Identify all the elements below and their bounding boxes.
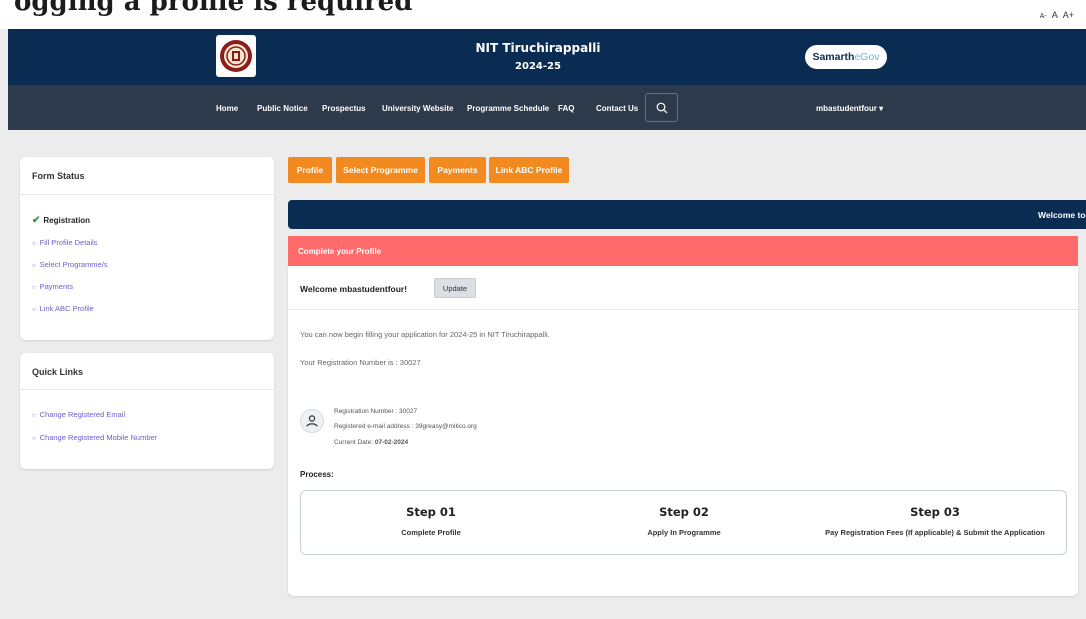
link-label: Change Registered Email [39,410,126,419]
nav-public-notice[interactable]: Public Notice [257,104,308,113]
tab-payments[interactable]: Payments [429,157,486,183]
tab-profile[interactable]: Profile [288,157,332,183]
step-desc: Complete Profile [401,528,461,537]
tab-link-abc-profile[interactable]: Link ABC Profile [489,157,569,183]
nav-programme-schedule[interactable]: Programme Schedule [467,104,549,113]
step-title: Step 03 [910,505,960,519]
current-date-label: Current Date: [334,439,375,446]
site-header: NIT Tiruchirappalli 2024-25 Samarth eGov [8,29,1086,85]
font-size-controls: A- A A+ [1040,10,1074,20]
current-date-value: 07-02-2024 [374,439,409,446]
circle-icon: ○ [32,307,36,313]
check-icon: ✔ [32,215,41,226]
update-button[interactable]: Update [434,278,476,298]
process-steps: Step 01 Complete Profile Step 02 Apply I… [300,490,1067,555]
circle-icon: ○ [32,285,36,291]
circle-icon: ○ [32,263,36,269]
link-label: Change Registered Mobile Number [39,433,158,442]
step-1: Step 01 Complete Profile [361,505,501,537]
registration-number-text: Your Registration Number is : 30027 [300,358,421,367]
status-label: Link ABC Profile [39,304,94,313]
institute-logo[interactable] [216,35,256,77]
profile-card: Welcome mbastudentfour! Update You can n… [288,266,1078,596]
status-payments[interactable]: ○ Payments [32,282,73,291]
nav-faq[interactable]: FAQ [558,104,574,113]
complete-profile-alert: Complete your Profile [288,236,1078,266]
process-label: Process: [300,470,334,479]
status-registration-label: Registration [43,216,91,225]
circle-icon: ○ [32,436,36,442]
search-button[interactable] [645,93,678,122]
samarth-egov-logo[interactable]: Samarth eGov [805,45,887,69]
main-nav: Home Public Notice Prospectus University… [8,85,1086,130]
nav-prospectus[interactable]: Prospectus [322,104,366,113]
divider [20,389,274,390]
quick-links-title: Quick Links [32,367,84,377]
circle-icon: ○ [32,241,36,247]
partial-heading: ogging a profile is required [14,0,413,17]
avatar [300,409,324,433]
institute-title: NIT Tiruchirappalli 2024-25 [438,41,638,72]
nav-university-website[interactable]: University Website [382,104,453,113]
status-label: Fill Profile Details [39,238,98,247]
link-change-email[interactable]: ○ Change Registered Email [32,410,125,419]
status-label: Payments [39,282,73,291]
reg-number-line: Registration Number : 30027 [334,408,418,415]
step-2: Step 02 Apply In Programme [614,505,754,537]
status-label: Select Programme/s [39,260,108,269]
user-name: mbastudentfour [816,104,877,113]
font-increase-button[interactable]: A+ [1063,10,1074,20]
status-link-abc[interactable]: ○ Link ABC Profile [32,304,94,313]
brand-suffix: eGov [854,51,880,63]
step-title: Step 01 [406,505,456,519]
font-decrease-button[interactable]: A- [1040,13,1047,20]
welcome-marquee: Welcome to [288,200,1086,229]
step-desc: Pay Registration Fees (If applicable) & … [825,528,1045,537]
brand-main: Samarth [812,51,855,63]
search-icon [656,102,667,113]
form-status-card: Form Status ✔ Registration ○ Fill Profile… [20,157,274,340]
top-strip: ogging a profile is required A- A A+ [0,0,1086,29]
step-3: Step 03 Pay Registration Fees (If applic… [813,505,1057,537]
welcome-user-text: Welcome mbastudentfour! [300,284,408,294]
form-status-title: Form Status [32,171,85,181]
user-icon [306,415,318,427]
status-fill-profile[interactable]: ○ Fill Profile Details [32,238,98,247]
caret-down-icon: ▾ [879,104,884,113]
status-registration: ✔ Registration [32,215,90,226]
application-info-text: You can now begin filling your applicati… [300,330,550,339]
institute-seal-icon [220,40,252,72]
status-select-programme[interactable]: ○ Select Programme/s [32,260,108,269]
tab-select-programme[interactable]: Select Programme [336,157,425,183]
user-menu[interactable]: mbastudentfour ▾ [816,104,883,113]
academic-year: 2024-25 [515,61,561,72]
reg-email-line: Registered e-mail address : 39greasy@mit… [334,423,477,430]
institute-name: NIT Tiruchirappalli [475,41,601,55]
step-title: Step 02 [659,505,709,519]
quick-links-card: Quick Links ○ Change Registered Email ○ Ch… [20,353,274,469]
step-desc: Apply In Programme [647,528,721,537]
circle-icon: ○ [32,413,36,419]
divider [20,194,274,195]
nav-contact-us[interactable]: Contact Us [596,104,638,113]
divider [288,309,1078,310]
marquee-text: Welcome to [1038,210,1086,220]
nav-home[interactable]: Home [216,104,238,113]
link-change-mobile[interactable]: ○ Change Registered Mobile Number [32,433,157,442]
font-reset-button[interactable]: A [1052,10,1058,20]
current-date-line: Current Date: 07-02-2024 [334,439,408,446]
